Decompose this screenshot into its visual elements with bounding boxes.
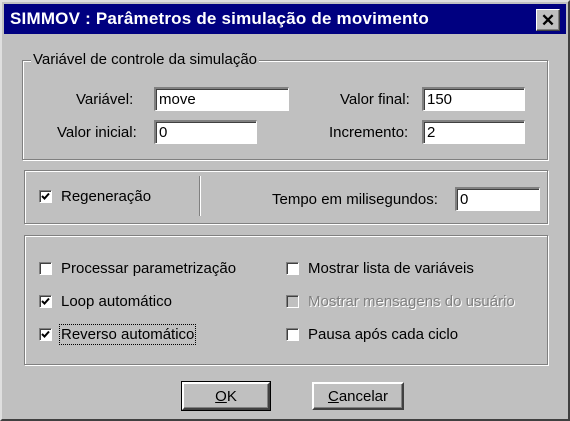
reverso-label: Reverso automático [58,324,197,345]
regen-separator [199,176,201,216]
loop-checkmark [39,295,52,308]
mostrar-lista-checkmark [286,262,299,275]
tempo-input[interactable]: 0 [455,187,540,211]
tempo-label: Tempo em milisegundos: [272,191,438,208]
mostrar-lista-label: Mostrar lista de variáveis [308,260,474,277]
ok-mnemonic: O [215,387,227,405]
cancel-mnemonic: C [327,387,339,405]
variavel-input[interactable]: move [154,87,289,111]
valor-inicial-input[interactable]: 0 [154,120,257,144]
incremento-label: Incremento: [329,124,409,141]
mostrar-mensagens-checkbox: Mostrar mensagens do usuário [286,293,515,310]
loop-checkbox[interactable]: Loop automático [39,293,172,310]
reverso-checkbox[interactable]: Reverso automático [39,324,197,345]
processar-label: Processar parametrização [61,260,237,277]
processar-checkmark [39,262,52,275]
valor-final-label: Valor final: [340,91,410,108]
processar-checkbox[interactable]: Processar parametrização [39,260,236,277]
regeneracao-label: Regeneração [61,188,152,205]
ok-label: K [226,387,237,405]
cancel-label: ancelar [338,387,389,405]
variavel-label: Variável: [76,91,134,108]
mostrar-mensagens-checkmark [286,295,299,308]
valor-final-input[interactable]: 150 [422,87,525,111]
dialog-window: SIMMOV : Parâmetros de simulação de movi… [0,0,570,421]
loop-label: Loop automático [61,293,172,310]
group-legend: Variável de controle da simulação [31,51,260,68]
valor-inicial-label: Valor inicial: [57,124,137,141]
mostrar-mensagens-label: Mostrar mensagens do usuário [308,293,515,310]
pausa-checkbox[interactable]: Pausa após cada ciclo [286,326,458,343]
regeneracao-checkbox[interactable]: Regeneração [39,188,151,205]
incremento-input[interactable]: 2 [422,120,525,144]
ok-button[interactable]: OK [181,381,271,411]
pausa-checkmark [286,328,299,341]
close-icon: ✕ [540,10,556,30]
cancel-button[interactable]: Cancelar [312,382,404,410]
close-button[interactable]: ✕ [536,9,560,31]
reverso-checkmark [39,328,52,341]
title-bar[interactable]: SIMMOV : Parâmetros de simulação de movi… [4,4,566,34]
pausa-label: Pausa após cada ciclo [308,326,459,343]
window-title: SIMMOV : Parâmetros de simulação de movi… [10,9,430,28]
mostrar-lista-checkbox[interactable]: Mostrar lista de variáveis [286,260,474,277]
regeneracao-checkmark [39,190,52,203]
